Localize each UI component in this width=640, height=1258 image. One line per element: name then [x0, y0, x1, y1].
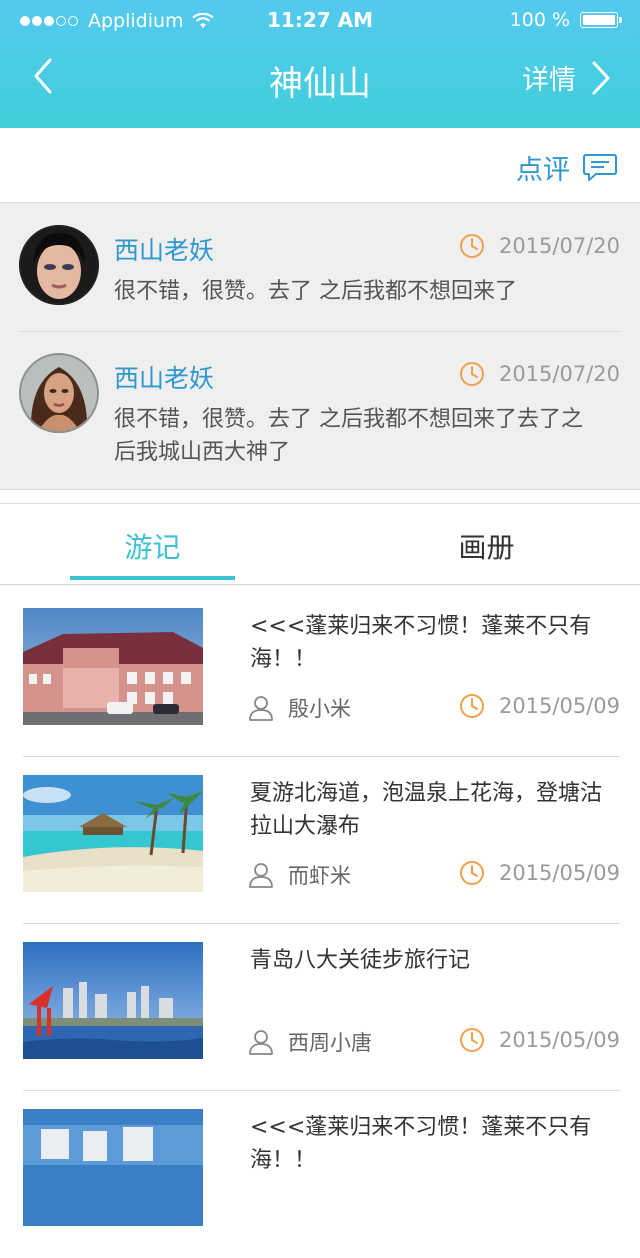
battery-icon	[580, 12, 622, 28]
avatar	[19, 353, 99, 433]
journal-author-name: 西周小唐	[288, 1031, 372, 1055]
journal-title[interactable]: 夏游北海道，泡温泉上花海，登塘沽拉山大瀑布	[250, 777, 620, 843]
clock-icon	[459, 362, 484, 386]
comment-button[interactable]: 点评	[516, 148, 618, 187]
journal-author: 而虾米	[248, 860, 351, 890]
detail-label: 详情	[522, 65, 576, 96]
tab-album[interactable]: 画册	[404, 526, 569, 566]
review-text: 很不错，很赞。去了 之后我都不想回来了	[114, 279, 517, 304]
reviews-list: 西山老妖 2015/07/20 很不错，很赞。去了 之后我都不想回来了 西山老妖…	[0, 203, 640, 490]
review-date: 2015/07/20	[459, 361, 620, 387]
clock-icon	[459, 1028, 484, 1052]
chevron-right-icon	[592, 61, 610, 94]
review-text: 很不错，很赞。去了 之后我都不想回来了去了之后我城山西大神了	[114, 407, 583, 465]
list-item[interactable]: 夏游北海道，泡温泉上花海，登塘沽拉山大瀑布 而虾米 2015/05/09	[0, 757, 640, 924]
journal-author: 殷小米	[248, 693, 351, 723]
review-date-text: 2015/07/20	[498, 362, 620, 386]
active-tab-indicator	[70, 576, 235, 580]
reviewer-name[interactable]: 西山老妖	[114, 359, 214, 395]
clock-icon	[459, 694, 484, 718]
review-date-text: 2015/07/20	[498, 234, 620, 258]
user-icon	[249, 1030, 273, 1055]
user-icon	[249, 696, 273, 721]
comment-label: 点评	[516, 155, 570, 186]
clock-icon	[459, 234, 484, 258]
avatar	[19, 225, 99, 305]
journal-thumbnail	[23, 1109, 203, 1226]
journal-date-text: 2015/05/09	[498, 861, 620, 885]
review-date: 2015/07/20	[459, 233, 620, 259]
chat-bubble-icon	[583, 153, 617, 181]
status-bar: Applidium 11:27 AM 100 %	[0, 0, 640, 40]
list-item[interactable]: <<<蓬莱归来不习惯！蓬莱不只有海！！	[0, 1091, 640, 1258]
journal-author: 西周小唐	[248, 1027, 372, 1057]
journal-date: 2015/05/09	[459, 693, 620, 719]
journal-date-text: 2015/05/09	[498, 1028, 620, 1052]
user-icon	[249, 863, 273, 888]
list-item[interactable]: 青岛八大关徒步旅行记 西周小唐 2015/05/09	[0, 924, 640, 1091]
header: Applidium 11:27 AM 100 % 神仙山 详情	[0, 0, 640, 128]
journal-title[interactable]: <<<蓬莱归来不习惯！蓬莱不只有海！！	[250, 1111, 620, 1177]
status-right: 100 %	[509, 9, 622, 31]
journal-thumbnail	[23, 942, 203, 1059]
list-item[interactable]: <<<蓬莱归来不习惯！蓬莱不只有海！！ 殷小米 2015/05/09	[0, 590, 640, 757]
battery-percent: 100 %	[509, 9, 570, 31]
tab-travelogue[interactable]: 游记	[70, 526, 235, 566]
detail-button[interactable]: 详情	[522, 58, 612, 97]
journal-thumbnail	[23, 775, 203, 892]
journal-author-name: 殷小米	[288, 697, 351, 721]
journal-title[interactable]: <<<蓬莱归来不习惯！蓬莱不只有海！！	[250, 610, 620, 676]
tab-bar: 游记 画册	[0, 503, 640, 585]
journal-date-text: 2015/05/09	[498, 694, 620, 718]
journal-thumbnail	[23, 608, 203, 725]
journal-date: 2015/05/09	[459, 860, 620, 886]
journal-date: 2015/05/09	[459, 1027, 620, 1053]
review-divider	[19, 331, 621, 332]
nav-bar: 神仙山 详情	[0, 40, 640, 128]
journal-title[interactable]: 青岛八大关徒步旅行记	[250, 944, 620, 977]
reviewer-name[interactable]: 西山老妖	[114, 231, 214, 267]
journal-author-name: 而虾米	[288, 864, 351, 888]
clock-icon	[459, 861, 484, 885]
comment-bar: 点评	[0, 128, 640, 203]
